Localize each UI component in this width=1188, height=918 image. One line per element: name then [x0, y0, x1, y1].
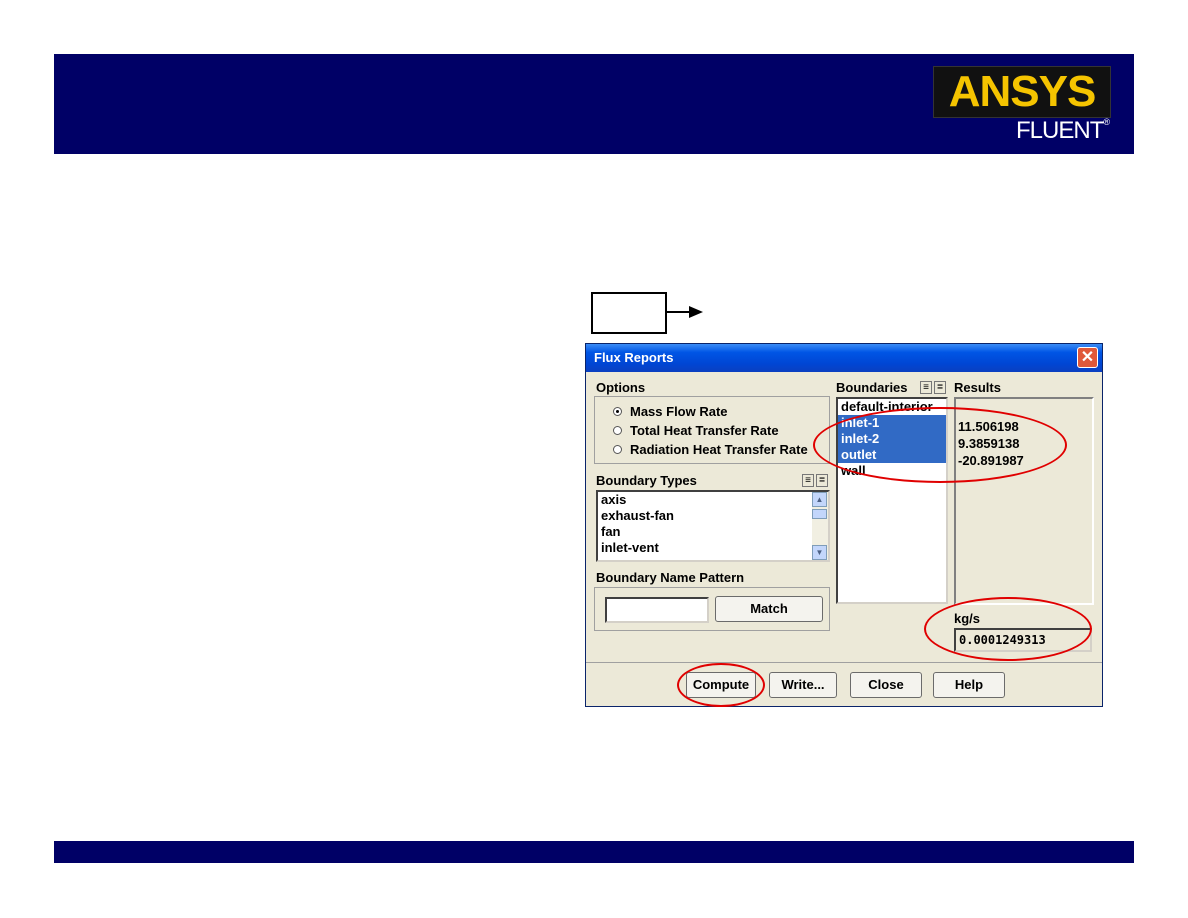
scrollbar[interactable]: ▲ ▼: [812, 492, 828, 560]
logo-product: FLUENT®: [1016, 117, 1110, 144]
callout-arrow-head: [689, 306, 703, 318]
net-result-value: 0.0001249313: [959, 633, 1046, 647]
name-pattern-group: Match: [594, 587, 830, 631]
result-inlet-2: 9.3859138: [958, 436, 1020, 451]
scroll-down-icon[interactable]: ▼: [812, 545, 827, 560]
boundary-types-label: Boundary Types: [596, 473, 697, 488]
select-all-icon[interactable]: ≡: [920, 381, 932, 394]
radio-radiation-heat-transfer-rate[interactable]: Radiation Heat Transfer Rate: [613, 442, 808, 460]
result-outlet: -20.891987: [958, 453, 1024, 468]
close-button[interactable]: Close: [850, 672, 922, 698]
boundary-inlet-1[interactable]: inlet-1: [838, 415, 946, 431]
results-panel: 11.506198 9.3859138 -20.891987: [954, 397, 1094, 605]
boundary-wall[interactable]: wall: [838, 463, 946, 479]
boundaries-list[interactable]: default-interior inlet-1 inlet-2 outlet …: [836, 397, 948, 604]
boundary-default-interior[interactable]: default-interior: [838, 399, 946, 415]
callout-arrow-line: [665, 311, 691, 313]
results-label: Results: [954, 380, 1001, 395]
result-inlet-1: 11.506198: [958, 419, 1019, 434]
close-icon[interactable]: ✕: [1077, 347, 1098, 368]
options-label: Options: [596, 380, 646, 395]
net-result-field: 0.0001249313: [954, 628, 1092, 652]
radio-icon: [613, 445, 622, 455]
logo-brand: ANSYS: [948, 67, 1097, 116]
unit-label: kg/s: [954, 611, 981, 626]
radio-total-heat-transfer-rate[interactable]: Total Heat Transfer Rate: [613, 423, 779, 441]
boundaries-label: Boundaries: [836, 380, 908, 395]
callout-box: [591, 292, 667, 334]
boundary-inlet-2[interactable]: inlet-2: [838, 431, 946, 447]
match-button[interactable]: Match: [715, 596, 823, 622]
list-item[interactable]: exhaust-fan: [598, 508, 828, 524]
scroll-thumb[interactable]: [812, 509, 827, 519]
list-item[interactable]: inlet-vent: [598, 540, 828, 556]
help-button[interactable]: Help: [933, 672, 1005, 698]
dialog-title: Flux Reports: [594, 350, 674, 365]
deselect-all-icon[interactable]: =: [816, 474, 828, 487]
separator: [586, 662, 1102, 663]
radio-selected-icon: [613, 407, 622, 417]
boundary-types-list[interactable]: axis exhaust-fan fan inlet-vent ▲ ▼: [596, 490, 830, 562]
list-item[interactable]: axis: [598, 492, 828, 508]
dialog-titlebar[interactable]: Flux Reports ✕: [586, 344, 1102, 372]
select-all-icon[interactable]: ≡: [802, 474, 814, 487]
list-item[interactable]: fan: [598, 524, 828, 540]
radio-icon: [613, 426, 622, 436]
boundary-name-pattern-label: Boundary Name Pattern: [596, 570, 745, 585]
footer-banner: [54, 841, 1134, 863]
boundary-outlet[interactable]: outlet: [838, 447, 946, 463]
deselect-all-icon[interactable]: =: [934, 381, 946, 394]
radio-mass-flow-rate[interactable]: Mass Flow Rate: [613, 404, 728, 422]
ansys-fluent-logo: ANSYS FLUENT®: [927, 63, 1117, 151]
logo-box: ANSYS: [933, 66, 1111, 118]
write-button[interactable]: Write...: [769, 672, 837, 698]
name-pattern-input[interactable]: [605, 597, 709, 623]
options-group: Mass Flow Rate Total Heat Transfer Rate …: [594, 396, 830, 464]
scroll-up-icon[interactable]: ▲: [812, 492, 827, 507]
flux-reports-dialog: Flux Reports ✕ Options Mass Flow Rate To…: [585, 343, 1103, 707]
compute-button[interactable]: Compute: [686, 672, 756, 698]
